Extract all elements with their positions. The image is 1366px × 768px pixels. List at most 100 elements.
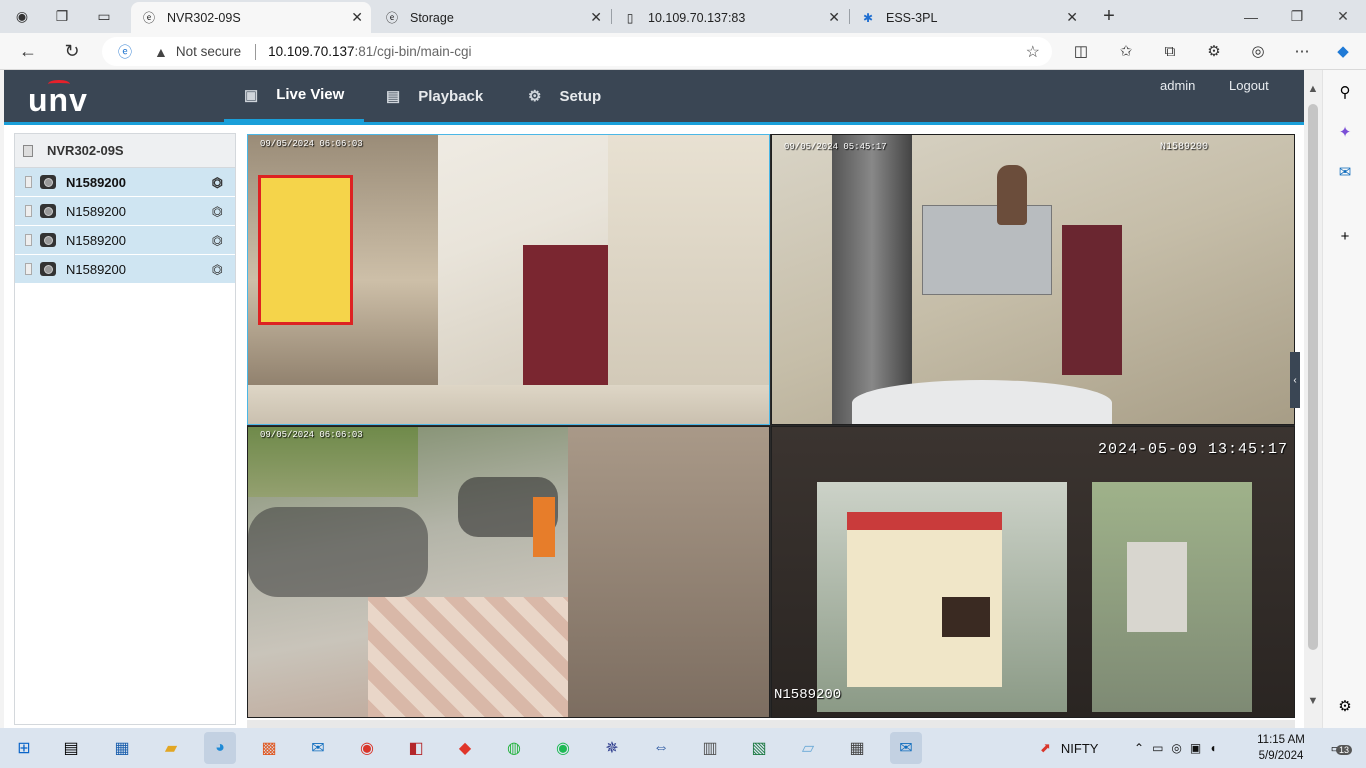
camera-item[interactable]: N1589200 ⏣ bbox=[15, 255, 235, 284]
minimize-button[interactable]: — bbox=[1228, 0, 1274, 33]
close-window-button[interactable]: ✕ bbox=[1320, 0, 1366, 33]
tab-storage[interactable]: ⓔ Storage ✕ bbox=[374, 2, 610, 33]
unv-logo: unv bbox=[28, 80, 88, 118]
teamviewer-icon[interactable]: ⇔ bbox=[645, 732, 677, 764]
ie-mode-icon[interactable]: ⓔ bbox=[118, 42, 136, 62]
split-screen-icon[interactable]: ◫ bbox=[1069, 40, 1093, 62]
collections-icon[interactable]: ⧉ bbox=[1158, 40, 1182, 62]
more-menu-icon[interactable]: ⋯ bbox=[1290, 40, 1314, 62]
nvr-icon bbox=[23, 144, 33, 157]
close-icon[interactable]: ✕ bbox=[1066, 9, 1078, 26]
collapse-panel-button[interactable]: ‹ bbox=[1290, 352, 1300, 408]
profile-icon[interactable]: ◉ bbox=[10, 5, 34, 27]
tile-timestamp: 09/05/2024 06:06:03 bbox=[260, 139, 363, 149]
mail-icon[interactable]: ✉ bbox=[302, 732, 334, 764]
camera-item[interactable]: N1589200 ⏣ bbox=[15, 168, 235, 197]
chevron-up-icon[interactable]: ⌃ bbox=[1134, 741, 1152, 755]
device-tree-root[interactable]: NVR302-09S bbox=[15, 134, 235, 168]
add-icon[interactable]: + bbox=[1333, 224, 1357, 248]
app-header: unv ▣ Live View ▤ Playback ⚙ Setup admin… bbox=[4, 70, 1304, 125]
nvr-web-page: unv ▣ Live View ▤ Playback ⚙ Setup admin… bbox=[4, 70, 1304, 728]
system-clock[interactable]: 11:15 AM 5/9/2024 bbox=[1250, 732, 1312, 764]
address-bar[interactable]: ⓔ ▲ Not secure 10.109.70.137:81/cgi-bin/… bbox=[102, 37, 1052, 66]
camera-item[interactable]: N1589200 ⏣ bbox=[15, 226, 235, 255]
favorite-star-icon[interactable]: ☆ bbox=[1026, 42, 1040, 62]
page-scrollbar[interactable]: ▲ ▼ bbox=[1304, 70, 1322, 728]
playback-icon[interactable]: ⏣ bbox=[212, 233, 223, 249]
video-tile-3[interactable]: 09/05/2024 06:06:03 bbox=[247, 426, 770, 718]
store-icon[interactable]: ▩ bbox=[253, 732, 285, 764]
tab-nvr[interactable]: ⓔ NVR302-09S ✕ bbox=[131, 2, 371, 33]
nav-live-view[interactable]: ▣ Live View bbox=[224, 70, 364, 122]
video-tile-4[interactable]: 2024-05-09 13:45:17 N1589200 bbox=[771, 426, 1295, 718]
notepad-icon[interactable]: ▱ bbox=[792, 732, 824, 764]
system-tray-icons[interactable]: ⌃ ▭ ◎ ▣ ◖ bbox=[1134, 728, 1224, 768]
scroll-down-icon[interactable]: ▼ bbox=[1304, 692, 1322, 710]
outlook-icon[interactable]: ✉ bbox=[1333, 160, 1357, 184]
copilot-sidebar-icon[interactable]: ✦ bbox=[1333, 120, 1357, 144]
sidebar-settings-icon[interactable]: ⚙ bbox=[1333, 694, 1357, 718]
extension-icon[interactable]: ⚙ bbox=[1202, 40, 1226, 62]
edge-sidebar: ⚲ ✦ ✉ + ⚙ bbox=[1322, 70, 1366, 728]
browser-essentials-icon[interactable]: ◎ bbox=[1246, 40, 1270, 62]
new-tab-button[interactable]: + bbox=[1097, 5, 1121, 27]
warning-icon[interactable]: ▲ bbox=[154, 44, 168, 60]
tile-timestamp: 2024-05-09 13:45:17 bbox=[1098, 441, 1289, 458]
back-button[interactable]: ← bbox=[14, 39, 42, 63]
whatsapp-icon[interactable]: ◍ bbox=[498, 732, 530, 764]
scroll-thumb[interactable] bbox=[1308, 104, 1318, 650]
close-icon[interactable]: ✕ bbox=[828, 9, 840, 26]
app-icon[interactable]: ✵ bbox=[596, 732, 628, 764]
playback-icon[interactable]: ⏣ bbox=[212, 175, 223, 191]
favorites-icon[interactable]: ✩ bbox=[1114, 40, 1138, 62]
camera-tray-icon[interactable]: ◎ bbox=[1171, 741, 1189, 755]
browser-tab-bar: ◉ ❐ ▭ ⓔ NVR302-09S ✕ ⓔ Storage ✕ ▯ 10.10… bbox=[0, 0, 1366, 33]
task-view-icon[interactable]: ▤ bbox=[55, 732, 87, 764]
volume-icon[interactable]: ◖ bbox=[1209, 741, 1224, 755]
anydesk-icon[interactable]: ◆ bbox=[449, 732, 481, 764]
windows-taskbar: ⊞ ▤ ▦ ▰ ◕ ▩ ✉ ◉ ◧ ◆ ◍ ◉ ✵ ⇔ ▥ ▧ ▱ ▦ ✉ ⬈ … bbox=[0, 728, 1366, 768]
tab-actions-icon[interactable]: ▭ bbox=[92, 5, 116, 27]
playback-icon[interactable]: ⏣ bbox=[212, 262, 223, 278]
playback-icon[interactable]: ⏣ bbox=[212, 204, 223, 220]
copilot-icon[interactable]: ◆ bbox=[1331, 40, 1355, 62]
outlook-taskbar-icon[interactable]: ✉ bbox=[890, 732, 922, 764]
ie-mode-icon: ⓔ bbox=[385, 11, 398, 25]
stock-widget[interactable]: ⬈ NIFTY bbox=[1040, 728, 1098, 768]
camera-item[interactable]: N1589200 ⏣ bbox=[15, 197, 235, 226]
video-tile-2[interactable]: 09/05/2024 05:45:17 N1589200 bbox=[771, 134, 1295, 425]
search-icon[interactable]: ⚲ bbox=[1333, 80, 1357, 104]
close-icon[interactable]: ✕ bbox=[351, 9, 363, 26]
video-tile-1[interactable]: 09/05/2024 06:06:03 bbox=[247, 134, 770, 425]
tab-ess[interactable]: ✱ ESS-3PL ✕ bbox=[850, 2, 1086, 33]
app-pinned-icon[interactable]: ▦ bbox=[106, 732, 138, 764]
spotify-icon[interactable]: ◉ bbox=[547, 732, 579, 764]
chrome-icon[interactable]: ◉ bbox=[351, 732, 383, 764]
tab-ip83[interactable]: ▯ 10.109.70.137:83 ✕ bbox=[612, 2, 848, 33]
security-label[interactable]: Not secure bbox=[176, 44, 241, 59]
restore-button[interactable]: ❐ bbox=[1274, 0, 1320, 33]
close-icon[interactable]: ✕ bbox=[590, 9, 602, 26]
nav-playback[interactable]: ▤ Playback bbox=[386, 70, 483, 122]
edge-icon[interactable]: ◕ bbox=[204, 732, 236, 764]
camera-icon bbox=[40, 262, 56, 276]
nav-setup[interactable]: ⚙ Setup bbox=[528, 70, 601, 122]
file-explorer-icon[interactable]: ▰ bbox=[155, 732, 187, 764]
workspaces-icon[interactable]: ❐ bbox=[50, 5, 74, 27]
person-icon: ✱ bbox=[862, 10, 874, 25]
logout-link[interactable]: Logout bbox=[1229, 78, 1269, 93]
notification-icon[interactable]: ▭13 bbox=[1326, 738, 1353, 758]
tally-icon[interactable]: ◧ bbox=[400, 732, 432, 764]
stock-trend-icon: ⬈ bbox=[1040, 740, 1051, 755]
refresh-button[interactable]: ↻ bbox=[58, 39, 86, 63]
address-toolbar: ← ↻ ⓔ ▲ Not secure 10.109.70.137:81/cgi-… bbox=[0, 33, 1366, 70]
scroll-up-icon[interactable]: ▲ bbox=[1304, 80, 1322, 98]
network-icon[interactable]: ▣ bbox=[1190, 741, 1209, 755]
start-icon[interactable]: ⊞ bbox=[8, 732, 40, 764]
document-icon[interactable]: ▥ bbox=[694, 732, 726, 764]
battery-icon[interactable]: ▭ bbox=[1152, 741, 1171, 755]
device-tree: NVR302-09S N1589200 ⏣ N1589200 ⏣ N158920… bbox=[14, 133, 236, 725]
calculator-icon[interactable]: ▦ bbox=[841, 732, 873, 764]
excel-icon[interactable]: ▧ bbox=[743, 732, 775, 764]
monitor-icon: ▣ bbox=[244, 86, 259, 104]
